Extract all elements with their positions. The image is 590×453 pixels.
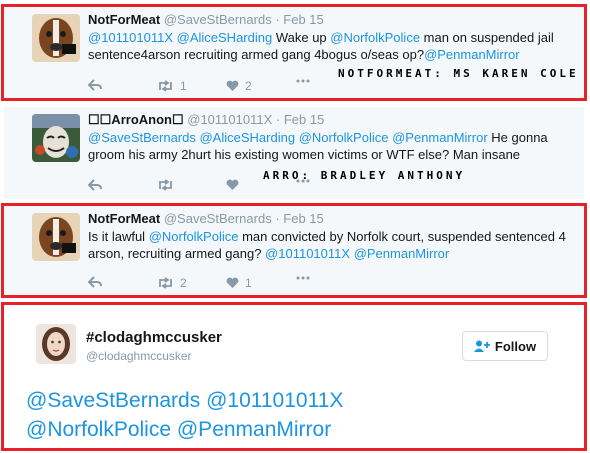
- handle[interactable]: @SaveStBernards: [164, 12, 272, 27]
- more-button[interactable]: [296, 79, 310, 83]
- follow-button[interactable]: Follow: [462, 331, 548, 361]
- avatar-notformeat[interactable]: [32, 213, 80, 261]
- like-count: 1: [245, 276, 252, 290]
- tweet-2[interactable]: ☐☐ArroAnon☐ @101101011X · Feb 15 @SaveSt…: [4, 107, 584, 199]
- mention[interactable]: @NorfolkPolice: [299, 130, 389, 145]
- reply-button[interactable]: [88, 79, 108, 91]
- like-button[interactable]: 2: [226, 79, 252, 93]
- heart-icon: [226, 277, 239, 288]
- tweet-1[interactable]: NotForMeat @SaveStBernards · Feb 15 @101…: [4, 7, 584, 98]
- follow-person-icon: [473, 340, 490, 352]
- separator: ·: [275, 211, 280, 226]
- profile-card[interactable]: #clodaghmccusker @clodaghmccusker Follow…: [4, 305, 584, 448]
- separator: ·: [275, 12, 280, 27]
- identity-stamp: ARRO: BRADLEY ANTHONY: [263, 169, 466, 182]
- heart-icon: [226, 179, 239, 190]
- person-avatar-icon: [36, 324, 76, 364]
- dog-avatar-icon: [32, 213, 80, 261]
- mention[interactable]: @PenmanMirror: [354, 246, 450, 261]
- tweet-2-text: @SaveStBernards @AliceSHarding @NorfolkP…: [88, 130, 548, 162]
- avatar-notformeat[interactable]: [32, 14, 80, 62]
- reply-icon: [88, 79, 102, 91]
- tweet-3-header: NotForMeat @SaveStBernards · Feb 15: [88, 211, 324, 226]
- retweet-count: 2: [180, 276, 187, 290]
- profile-avatar[interactable]: [36, 324, 76, 364]
- mention[interactable]: @AliceSHarding: [199, 130, 295, 145]
- display-name[interactable]: NotForMeat: [88, 12, 160, 27]
- mention[interactable]: @101101011X: [88, 30, 173, 45]
- more-icon: [296, 276, 310, 280]
- like-button[interactable]: 1: [226, 276, 252, 290]
- mention[interactable]: @101101011X: [265, 246, 350, 261]
- profile-handle[interactable]: @clodaghmccusker: [86, 349, 192, 363]
- retweet-button[interactable]: 1: [157, 79, 187, 93]
- date[interactable]: Feb 15: [283, 211, 323, 226]
- follow-label: Follow: [494, 338, 537, 354]
- retweet-icon: [159, 179, 172, 191]
- like-count: 2: [245, 79, 252, 93]
- mention[interactable]: @SaveStBernards: [88, 130, 196, 145]
- display-name[interactable]: ☐☐ArroAnon☐: [88, 112, 184, 127]
- reply-icon: [88, 276, 102, 288]
- tweet-1-header: NotForMeat @SaveStBernards · Feb 15: [88, 12, 324, 27]
- more-icon: [296, 79, 310, 83]
- mention[interactable]: @NorfolkPolice: [330, 30, 420, 45]
- big-mentions-line-2[interactable]: @NorfolkPolice @PenmanMirror: [26, 415, 331, 444]
- mention[interactable]: @NorfolkPolice: [149, 229, 239, 244]
- more-button[interactable]: [296, 276, 310, 280]
- retweet-icon: [159, 80, 172, 92]
- tweet-2-header: ☐☐ArroAnon☐ @101101011X · Feb 15: [88, 112, 324, 128]
- mention[interactable]: @PenmanMirror: [424, 47, 520, 62]
- retweet-icon: [159, 277, 172, 289]
- date[interactable]: Feb 15: [284, 112, 324, 127]
- reply-button[interactable]: [88, 276, 102, 288]
- big-mentions-line-1[interactable]: @SaveStBernards @101101011X: [26, 386, 343, 415]
- avatar-arroanon[interactable]: [32, 114, 80, 162]
- anonymous-mask-avatar-icon: [32, 114, 80, 162]
- separator: ·: [275, 112, 281, 127]
- heart-icon: [226, 80, 239, 91]
- retweet-button[interactable]: [157, 179, 174, 191]
- display-name[interactable]: NotForMeat: [88, 211, 160, 226]
- retweet-count: 1: [180, 79, 187, 93]
- like-button[interactable]: [226, 179, 239, 191]
- mention[interactable]: @AliceSHarding: [177, 30, 273, 45]
- reply-button[interactable]: [88, 179, 102, 191]
- tweet-3[interactable]: NotForMeat @SaveStBernards · Feb 15 Is i…: [4, 206, 584, 295]
- dog-avatar-icon: [32, 14, 80, 62]
- retweet-button[interactable]: 2: [157, 276, 187, 290]
- profile-name[interactable]: #clodaghmccusker: [86, 329, 222, 346]
- identity-stamp: NOTFORMEAT: MS KAREN COLE: [338, 67, 579, 80]
- date[interactable]: Feb 15: [283, 12, 323, 27]
- tweet-1-text: @101101011X @AliceSHarding Wake up @Norf…: [88, 30, 554, 62]
- handle[interactable]: @101101011X: [187, 112, 272, 127]
- mention[interactable]: @PenmanMirror: [392, 130, 488, 145]
- tweet-3-text: Is it lawful @NorfolkPolice man convicte…: [88, 229, 566, 261]
- handle[interactable]: @SaveStBernards: [164, 211, 272, 226]
- reply-icon: [88, 179, 102, 191]
